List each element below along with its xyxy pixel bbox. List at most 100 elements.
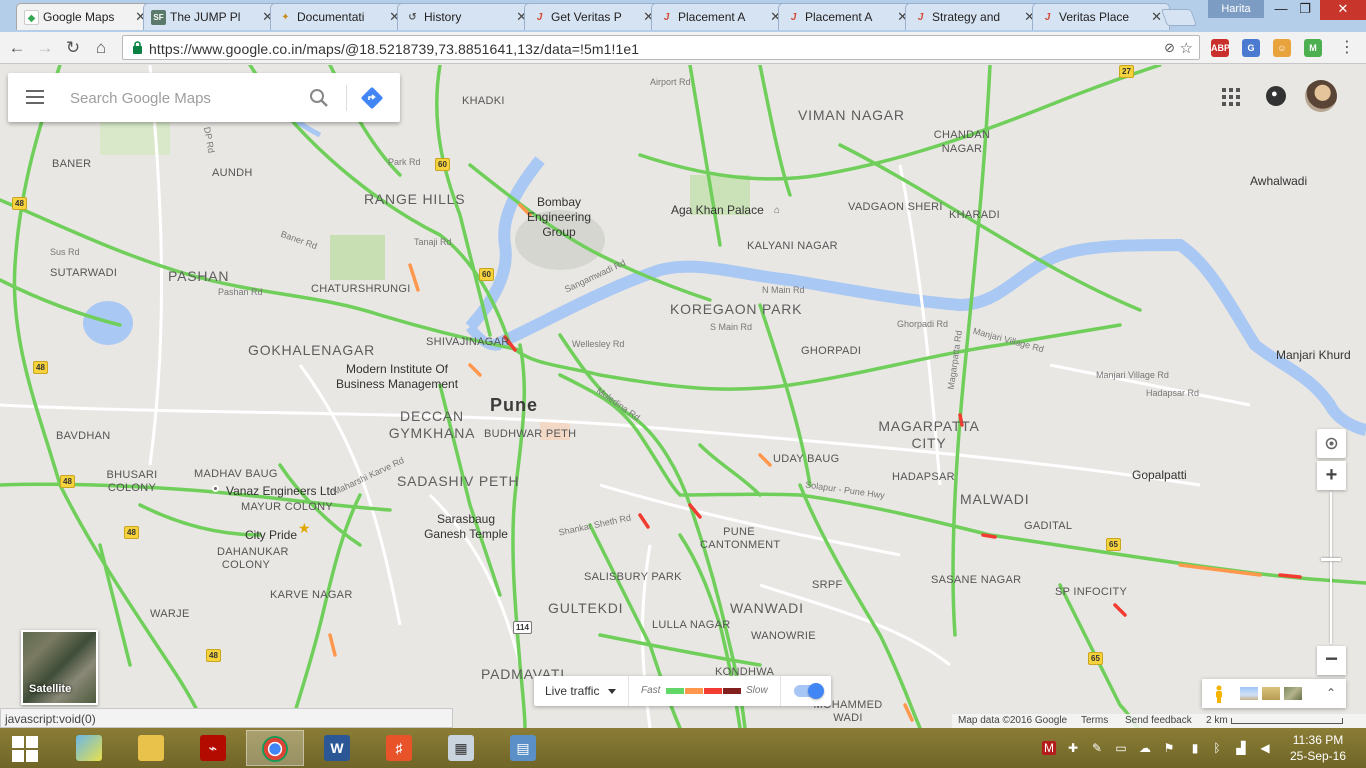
j-favicon: J [917, 12, 924, 23]
tab-google-maps[interactable]: ◆ Google Maps ✕ [16, 3, 154, 30]
poi-label[interactable]: Sarasbaug Ganesh Temple [420, 512, 512, 542]
fast-label: Fast [641, 685, 661, 696]
tray-app-icon[interactable]: ☁ [1138, 741, 1152, 755]
close-window-button[interactable]: ✕ [1320, 0, 1366, 20]
zoom-slider-thumb[interactable] [1321, 558, 1341, 561]
taskbar-app-word[interactable]: W [308, 730, 366, 766]
adblock-icon[interactable]: ABP [1211, 39, 1230, 57]
area-label: MAGARPATTA CITY [878, 418, 980, 451]
tab-placement-2[interactable]: J Placement A ✕ [778, 3, 916, 30]
reload-icon[interactable]: ↻ [62, 37, 84, 59]
tab-placement-1[interactable]: J Placement A ✕ [651, 3, 789, 30]
notifications-bell-icon[interactable]: ● [1266, 86, 1286, 106]
taskbar-app-explorer[interactable] [122, 730, 180, 766]
taskbar-app-desktop[interactable] [60, 730, 118, 766]
flag-icon[interactable]: ⚑ [1162, 741, 1176, 755]
expand-chevron-icon[interactable]: ⌃ [1326, 686, 1336, 700]
tray-app-icon[interactable]: ✎ [1090, 741, 1104, 755]
address-bar[interactable]: https://www.google.co.in/maps/@18.521873… [122, 35, 1200, 60]
directions-icon[interactable] [360, 86, 384, 110]
dropdown-caret-icon[interactable] [608, 689, 616, 694]
taskbar-app-acrobat[interactable]: ⌁ [184, 730, 242, 766]
poi-marker-icon [212, 485, 219, 492]
tray-app-icon[interactable]: ✚ [1066, 741, 1080, 755]
city-label: Pune [490, 395, 539, 415]
volume-icon[interactable]: ◀ [1258, 741, 1272, 755]
poi-label[interactable]: Vanaz Engineers Ltd [226, 484, 337, 498]
tab-history[interactable]: ↺ History ✕ [397, 3, 535, 30]
pegman-icon[interactable] [1214, 685, 1224, 703]
forward-icon[interactable]: → [34, 37, 56, 59]
chrome-menu-icon[interactable]: ⋮ [1336, 37, 1358, 59]
poi-label[interactable]: City Pride [245, 528, 297, 542]
search-icon[interactable] [308, 87, 330, 109]
word-icon: W [324, 735, 350, 761]
translate-icon[interactable]: G [1242, 39, 1260, 57]
traffic-swatch-stopped [723, 688, 741, 694]
windows-start-button[interactable] [12, 736, 38, 762]
poi-label[interactable]: Modern Institute Of Business Management [328, 362, 466, 392]
profile-button[interactable]: Harita [1208, 0, 1264, 18]
hamburger-menu-icon[interactable] [26, 90, 44, 104]
area-label: WARJE [150, 608, 190, 620]
search-input[interactable] [70, 87, 300, 109]
tab-documentation[interactable]: ✦ Documentati ✕ [270, 3, 408, 30]
satellite-label: Satellite [29, 683, 72, 695]
imagery-thumb-icon[interactable] [1240, 687, 1258, 700]
taskbar-app-calculator[interactable]: ▦ [432, 730, 490, 766]
lock-icon [133, 41, 142, 54]
back-icon[interactable]: ← [6, 37, 28, 59]
satellite-toggle-button[interactable]: Satellite [21, 630, 98, 705]
taskbar-app-chrome[interactable] [246, 730, 304, 766]
road-label: N Main Rd [762, 285, 805, 295]
system-clock[interactable]: 11:36 PM 25-Sep-16 [1278, 732, 1358, 764]
terrain-thumb-icon[interactable] [1262, 687, 1280, 700]
satellite-thumb-icon[interactable] [1284, 687, 1302, 700]
tab-jump[interactable]: SF The JUMP Pl ✕ [143, 3, 281, 30]
zoom-out-button[interactable]: − [1317, 646, 1346, 675]
new-tab-button[interactable] [1160, 9, 1198, 26]
home-icon[interactable]: ⌂ [90, 37, 112, 59]
poi-label[interactable]: Aga Khan Palace [671, 203, 764, 217]
traffic-toggle-switch[interactable] [794, 683, 824, 699]
restore-button[interactable]: ❐ [1290, 0, 1320, 20]
poi-label[interactable]: Bombay Engineering Group [522, 195, 596, 240]
j-favicon: J [790, 12, 797, 23]
apps-grid-icon[interactable] [1222, 88, 1240, 106]
signal-icon[interactable]: ▟ [1234, 741, 1248, 755]
bookmark-star-icon[interactable]: ☆ [1180, 39, 1193, 57]
send-feedback-link[interactable]: Send feedback [1125, 715, 1192, 726]
highway-shield-48: 48 [60, 475, 75, 488]
zoom-in-button[interactable]: + [1317, 461, 1346, 490]
taskbar-app-notes[interactable]: ♯ [370, 730, 428, 766]
extension-m-icon[interactable]: M [1304, 39, 1322, 57]
tab-strip: ◆ Google Maps ✕ SF The JUMP Pl ✕ ✦ Docum… [0, 0, 1366, 32]
area-label: SASANE NAGAR [931, 574, 1022, 586]
location-blocked-icon[interactable]: ⊘ [1164, 40, 1175, 56]
tab-veritas-placement[interactable]: J Veritas Place ✕ [1032, 3, 1170, 30]
road-label: Pashan Rd [218, 287, 263, 297]
tab-get-veritas[interactable]: J Get Veritas P ✕ [524, 3, 662, 30]
traffic-swatch-medium [685, 688, 703, 694]
my-location-button[interactable] [1317, 429, 1346, 458]
extension-face-icon[interactable]: ☺ [1273, 39, 1291, 57]
area-label: GULTEKDI [548, 600, 624, 616]
zoom-slider-track[interactable] [1330, 492, 1332, 644]
bluetooth-icon[interactable]: ᛒ [1210, 741, 1224, 755]
terms-link[interactable]: Terms [1081, 715, 1108, 726]
map-canvas[interactable]: 48 48 48 48 48 60 60 27 65 65 114 KHADKI… [0, 65, 1366, 728]
avatar[interactable] [1305, 80, 1337, 112]
taskbar-app-control-panel[interactable]: ▤ [494, 730, 552, 766]
area-label: VADGAON SHERI [848, 201, 943, 213]
area-label: BAVDHAN [56, 430, 111, 442]
area-label: KARVE NAGAR [270, 589, 353, 601]
tray-app-icon[interactable]: ▭ [1114, 741, 1128, 755]
scale-text[interactable]: 2 km [1206, 715, 1228, 726]
security-tray-icon[interactable]: M [1042, 741, 1056, 755]
traffic-dropdown-label[interactable]: Live traffic [545, 684, 599, 698]
area-label: WANWADI [730, 600, 804, 616]
close-tab-icon[interactable]: ✕ [1151, 9, 1162, 25]
area-label: BUDHWAR PETH [484, 428, 577, 440]
battery-icon[interactable]: ▮ [1188, 741, 1202, 755]
tab-strategy[interactable]: J Strategy and ✕ [905, 3, 1043, 30]
